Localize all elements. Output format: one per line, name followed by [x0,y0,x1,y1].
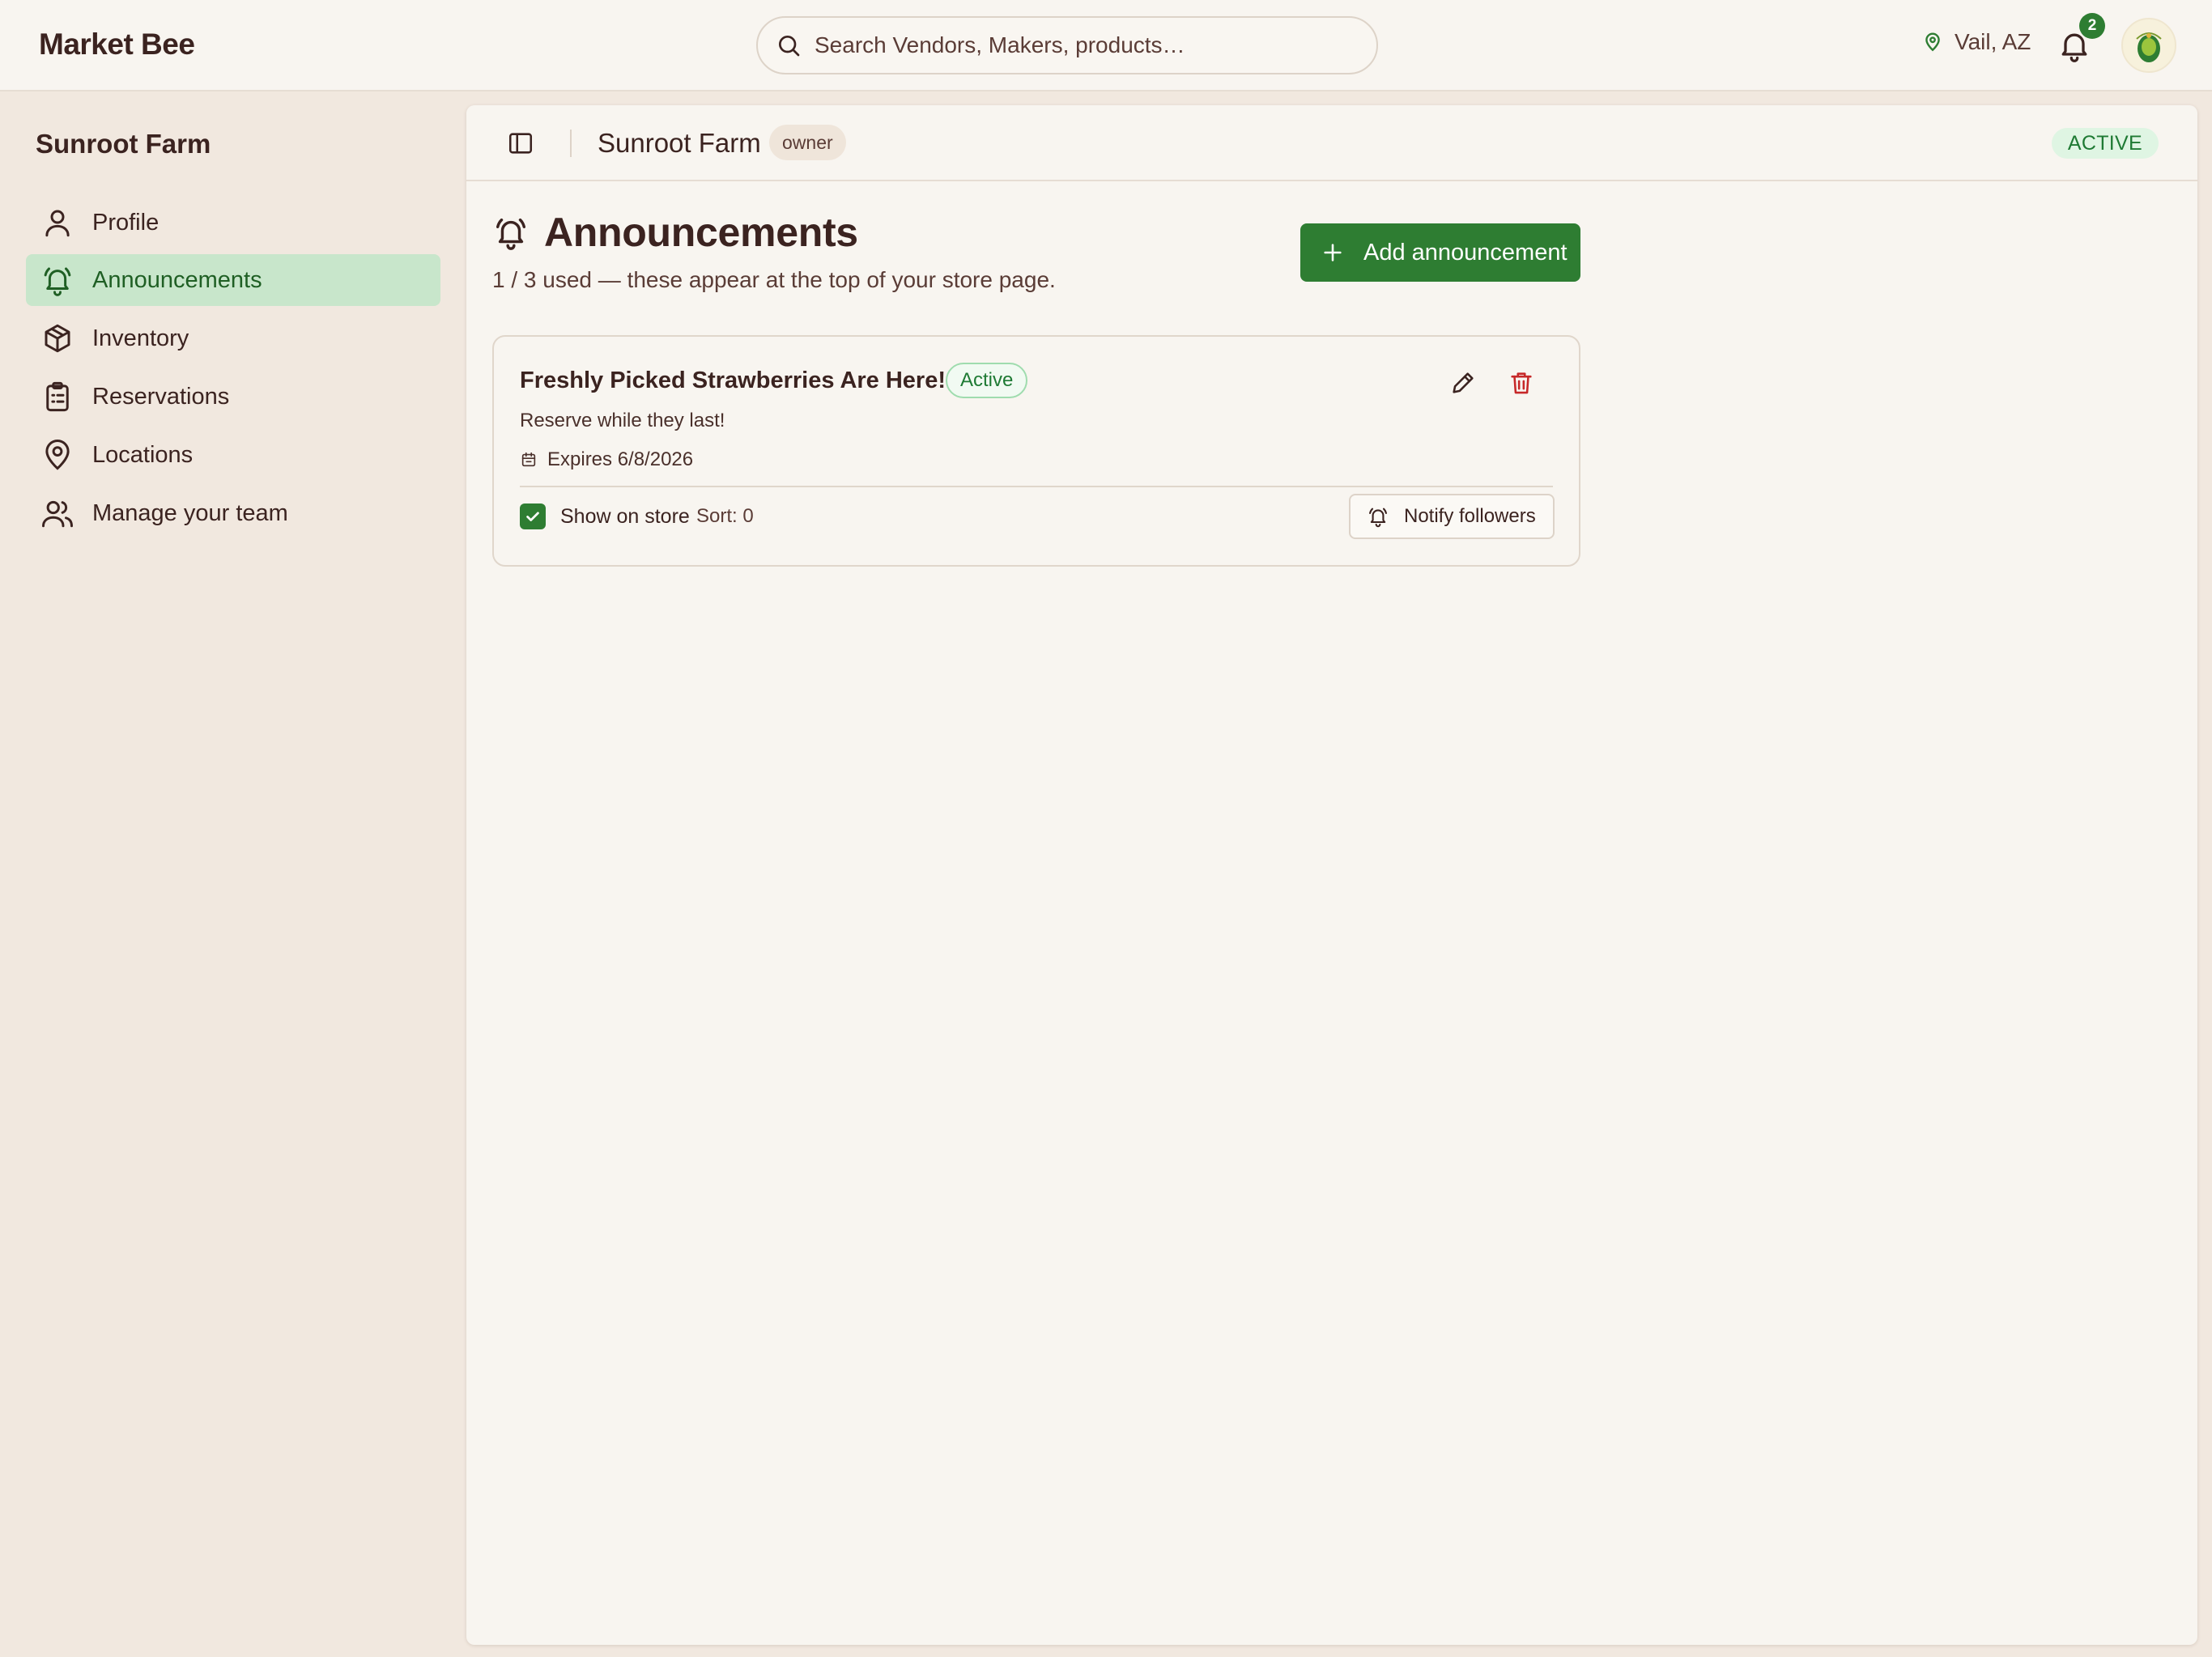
map-pin-icon [1925,32,1940,52]
add-announcement-button[interactable]: Add announcement [1300,223,1580,282]
sidebar-item-label: Profile [92,209,160,236]
store-name: Sunroot Farm [598,128,761,158]
sidebar-item-inventory[interactable]: Inventory [26,312,440,364]
announcement-title: Freshly Picked Strawberries Are Here! [520,368,946,393]
user-icon [45,210,70,237]
farm-logo-icon [2136,32,2162,62]
search-icon [779,36,800,57]
announcement-status-badge: Active [946,363,1028,398]
plus-icon [1324,244,1342,261]
sidebar-item-reservations[interactable]: Reservations [26,371,440,423]
header-divider [570,130,572,157]
sidebar-item-profile[interactable]: Profile [26,197,440,249]
edit-icon[interactable] [1449,369,1477,397]
sidebar-item-manage-team[interactable]: Manage your team [26,487,440,539]
show-on-store-label[interactable]: Show on store [560,505,690,529]
status-badge: ACTIVE [2051,128,2159,159]
search-bar[interactable] [756,16,1378,74]
announcement-card: Freshly Picked Strawberries Are Here! Ac… [492,335,1580,567]
location-label: Vail, AZ [1955,29,2031,54]
users-icon [42,500,73,528]
announcement-description: Reserve while they last! [520,410,725,431]
sidebar-title: Sunroot Farm [36,129,211,159]
sort-order: Sort: 0 [696,505,754,527]
role-badge: owner [769,125,846,160]
notify-followers-button[interactable]: Notify followers [1349,494,1555,539]
bell-ring-icon [1369,508,1387,528]
search-input[interactable] [815,32,1376,58]
card-divider [520,486,1553,487]
show-on-store-checkbox[interactable] [520,503,546,529]
panel-header: Sunroot Farm owner ACTIVE [466,105,2197,181]
sidebar-item-label: Manage your team [92,499,288,526]
sidebar-item-locations[interactable]: Locations [26,429,440,481]
announcement-expiry: Expires 6/8/2026 [520,448,693,471]
sidebar-item-label: Reservations [92,383,230,410]
notification-count-badge: 2 [2079,13,2105,39]
sidebar-item-label: Inventory [92,325,189,351]
top-bar: Market Bee Vail, AZ 2 [0,0,2212,91]
sidebar-toggle-icon[interactable] [507,130,534,157]
trash-icon[interactable] [1508,369,1535,397]
avatar[interactable] [2121,18,2176,73]
bell-ring-icon [44,267,71,296]
check-icon [526,512,539,521]
notify-followers-label: Notify followers [1404,505,1536,527]
expiry-label: Expires 6/8/2026 [547,448,694,470]
calendar-icon [521,452,536,467]
bell-ring-icon [496,218,526,250]
page-title: Announcements [544,210,858,255]
brand-logo[interactable]: Market Bee [39,28,195,62]
clipboard-icon [46,381,69,412]
usage-summary: 1 / 3 used — these appear at the top of … [492,267,1056,292]
add-announcement-label: Add announcement [1363,239,1568,266]
map-pin-icon [45,440,70,470]
sidebar-item-label: Locations [92,441,194,468]
location-selector[interactable]: Vail, AZ [1922,29,2031,55]
sidebar-item-label: Announcements [92,266,262,293]
sidebar-item-announcements[interactable]: Announcements [26,254,440,306]
sidebar: Sunroot Farm Profile Announcements Inven… [0,91,466,1657]
main-panel: Sunroot Farm owner ACTIVE Announcements … [466,105,2197,1645]
box-icon [45,324,70,353]
